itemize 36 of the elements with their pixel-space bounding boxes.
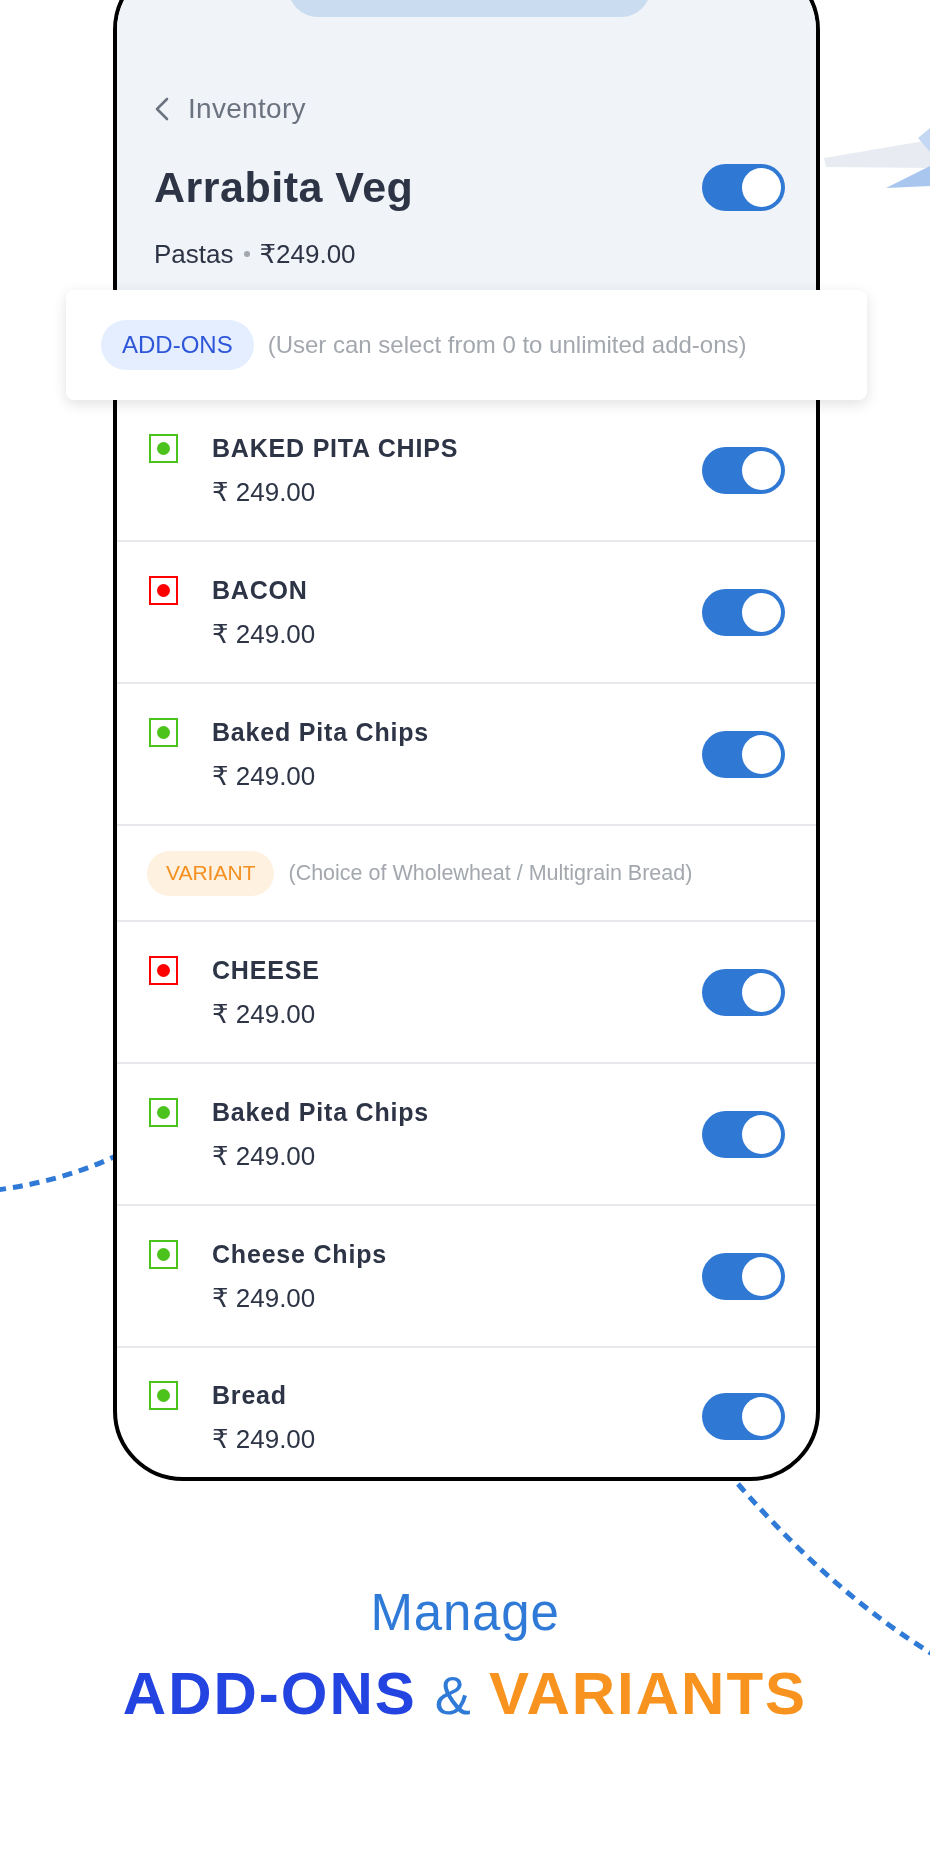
footer-title: Manage [370,1587,560,1639]
section-description: (Choice of Wholewheat / Multigrain Bread) [288,860,693,886]
addon-name: BACON [212,575,308,605]
headline-word: ADD-ONS [122,1662,417,1726]
addon-name: Baked Pita Chips [212,717,430,747]
back-button[interactable]: Inventory [154,93,306,125]
addon-price: ₹ 249.00 [212,1283,316,1313]
addon-name: CHEESE [212,955,320,985]
toggle-switch[interactable] [702,1110,785,1158]
addon-price: ₹ 249.00 [212,761,316,791]
toggle-switch[interactable] [702,730,785,778]
addon-name: Bread [212,1380,287,1410]
addon-name: BAKED PITA CHIPS [212,433,459,463]
addon-name: Cheese Chips [212,1239,387,1269]
addon-price: ₹ 249.00 [212,619,316,649]
toggle-switch[interactable] [702,164,785,211]
chevron-left-icon [154,97,170,121]
toggle-switch[interactable] [702,446,785,494]
item-price: ₹249.00 [259,239,356,269]
dot-separator-icon [243,251,250,257]
headline-word: VARIANTS [488,1662,808,1726]
headline-word: & [434,1664,471,1727]
item-category: Pastas [154,239,234,269]
toggle-switch[interactable] [702,1393,785,1440]
section-tag: ADD-ONS [101,320,254,370]
section-tag: VARIANT [147,850,275,896]
addon-price: ₹ 249.00 [212,1141,316,1171]
addon-price: ₹ 249.00 [212,477,316,507]
toggle-switch[interactable] [702,1252,785,1300]
addon-price: ₹ 249.00 [212,999,316,1029]
toggle-switch[interactable] [702,968,785,1016]
toggle-switch[interactable] [702,588,785,636]
section-description: (User can select from 0 to unlimited add-ons) [267,331,747,359]
addon-price: ₹ 249.00 [212,1424,316,1454]
item-title: Arrabita Veg [154,164,414,211]
addon-name: Baked Pita Chips [212,1097,430,1127]
